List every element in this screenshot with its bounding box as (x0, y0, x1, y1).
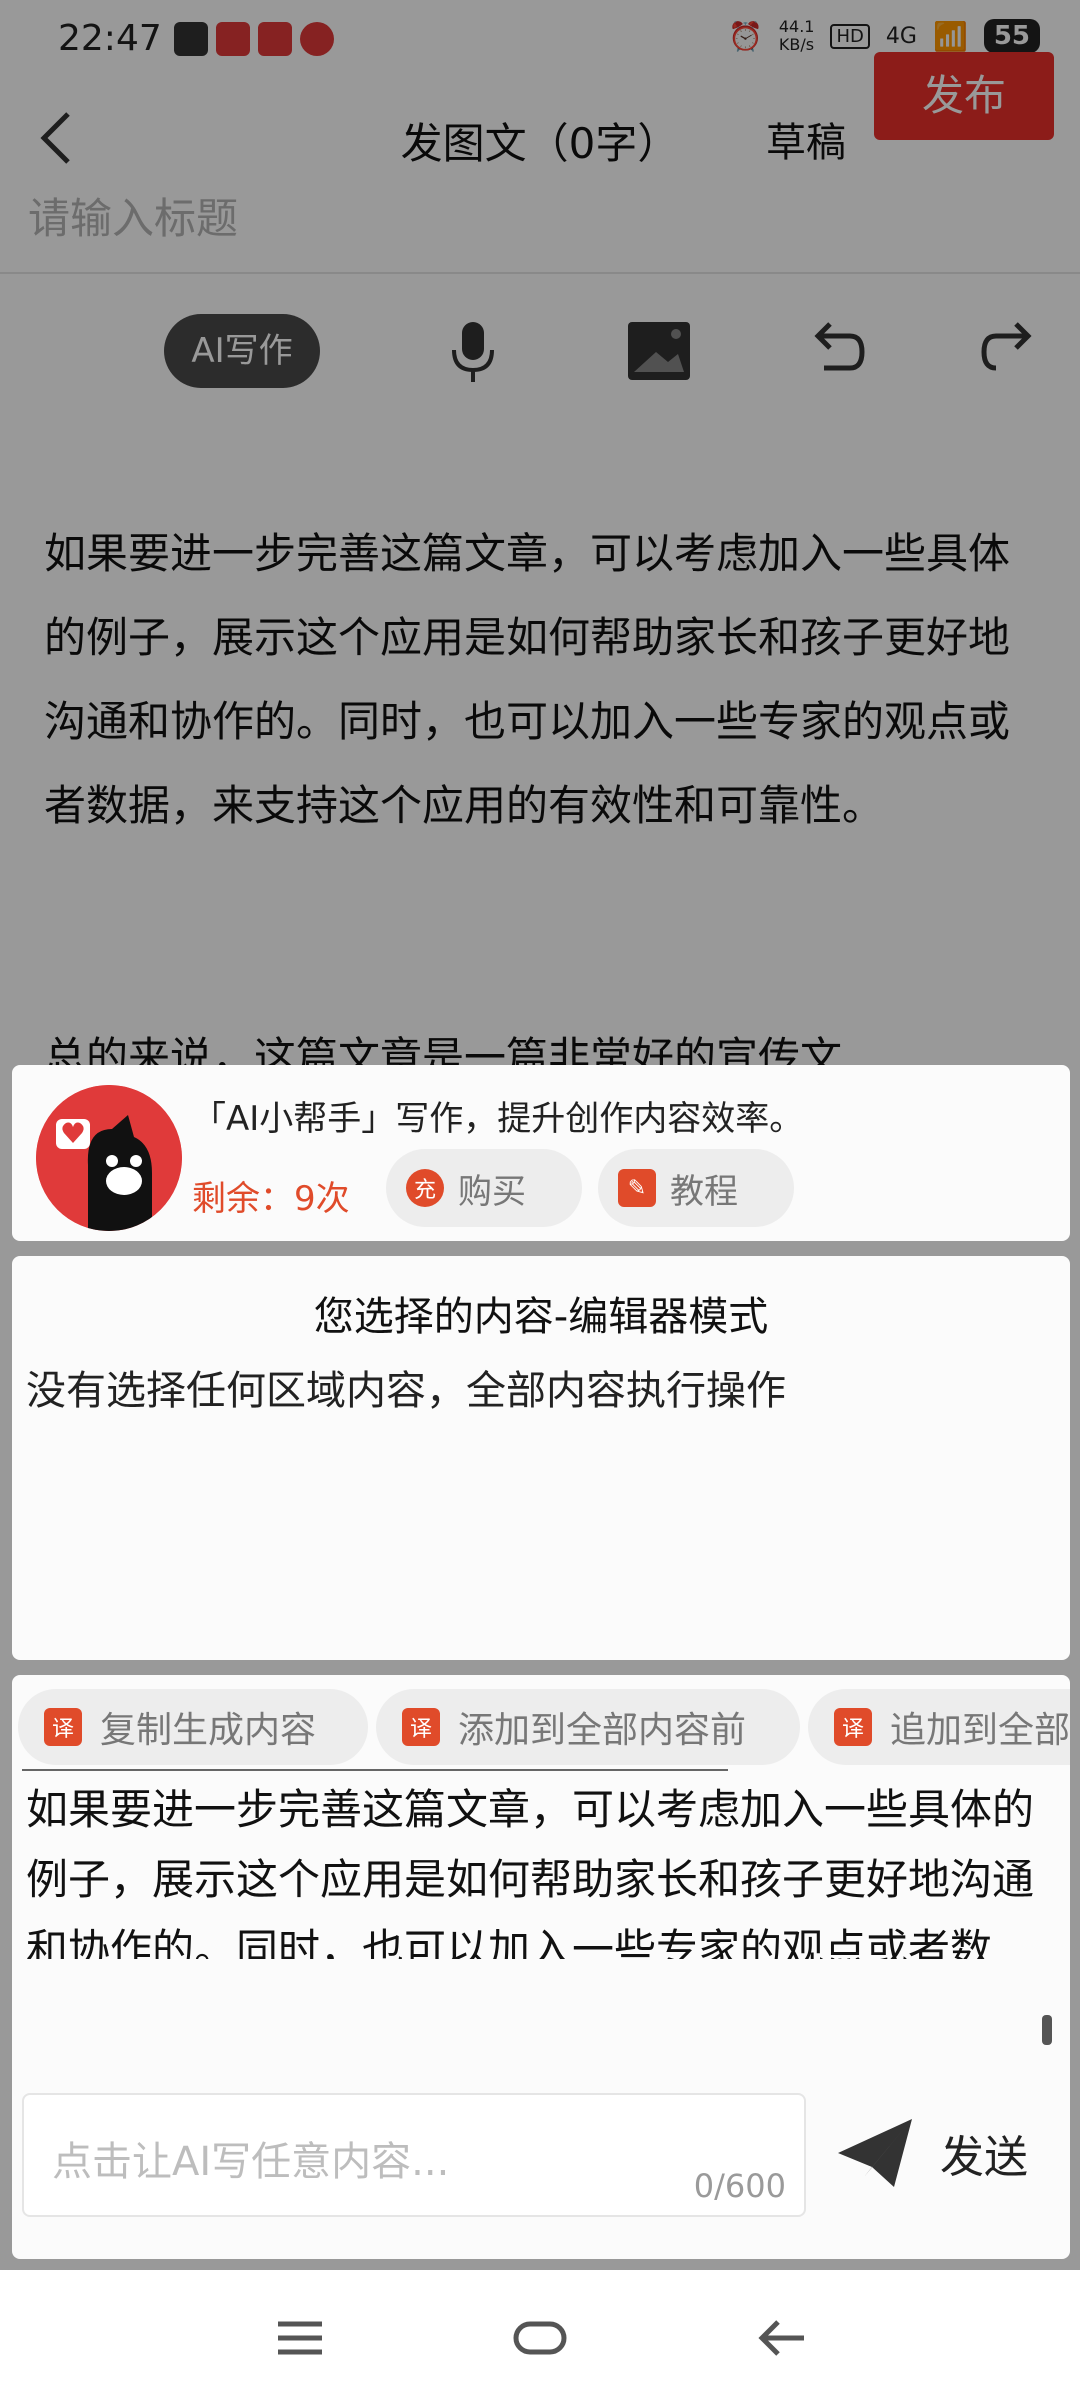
menu-icon (278, 2321, 322, 2355)
copy-generated-button[interactable]: 译 复制生成内容 (18, 1689, 368, 1765)
remaining-count: 剩余：9次 (192, 1179, 350, 1219)
translate-icon: 译 (402, 1708, 440, 1746)
home-button[interactable] (510, 2308, 570, 2368)
dog-mascot-icon (36, 1085, 182, 1231)
action-label: 添加到全部内容前 (458, 1710, 747, 1751)
action-chips[interactable]: 译 复制生成内容 译 添加到全部内容前 译 追加到全部 (18, 1689, 1070, 1769)
generated-text[interactable]: 如果要进一步完善这篇文章，可以考虑加入一些具体的例子，展示这个应用是如何帮助家长… (26, 1775, 1046, 1959)
translate-icon: 译 (834, 1708, 872, 1746)
send-label: 发送 (940, 2132, 1028, 2183)
action-label: 复制生成内容 (100, 1710, 317, 1751)
translate-icon: 译 (44, 1708, 82, 1746)
menu-button[interactable] (270, 2308, 330, 2368)
buy-button[interactable]: 充 购买 (386, 1149, 582, 1227)
paper-plane-icon (838, 2119, 912, 2187)
buy-label: 购买 (458, 1171, 526, 1212)
scrollbar[interactable] (1042, 2015, 1052, 2045)
prepend-all-button[interactable]: 译 添加到全部内容前 (376, 1689, 800, 1765)
recharge-icon: 充 (406, 1169, 444, 1207)
home-icon (513, 2321, 567, 2355)
ai-helper-title: 「AI小帮手」写作，提升创作内容效率。 (192, 1099, 804, 1139)
append-all-button[interactable]: 译 追加到全部 (808, 1689, 1070, 1765)
char-counter: 0/600 (693, 2167, 786, 2205)
tutorial-label: 教程 (670, 1171, 738, 1212)
selection-panel: 您选择的内容-编辑器模式 没有选择任何区域内容，全部内容执行操作 (12, 1256, 1070, 1660)
document-icon: ✎ (618, 1169, 656, 1207)
ai-helper-panel: 「AI小帮手」写作，提升创作内容效率。 剩余：9次 充 购买 ✎ 教程 (12, 1065, 1070, 1241)
ai-prompt-input[interactable]: 点击让AI写任意内容... 0/600 (22, 2093, 806, 2217)
prompt-placeholder: 点击让AI写任意内容... (52, 2139, 450, 2185)
generated-panel: 译 复制生成内容 译 添加到全部内容前 译 追加到全部 如果要进一步完善这篇文章… (12, 1675, 1070, 2259)
mascot-avatar (36, 1085, 182, 1231)
selection-body: 没有选择任何区域内容，全部内容执行操作 (26, 1368, 786, 1414)
scroll-indicator (22, 1769, 728, 1771)
tutorial-button[interactable]: ✎ 教程 (598, 1149, 794, 1227)
selection-title: 您选择的内容-编辑器模式 (313, 1294, 769, 1340)
back-nav-button[interactable] (752, 2308, 812, 2368)
action-label: 追加到全部 (890, 1710, 1070, 1751)
arrow-left-icon (758, 2320, 804, 2356)
send-button[interactable]: 发送 (834, 2115, 1028, 2191)
system-nav-bar (0, 2270, 1080, 2400)
